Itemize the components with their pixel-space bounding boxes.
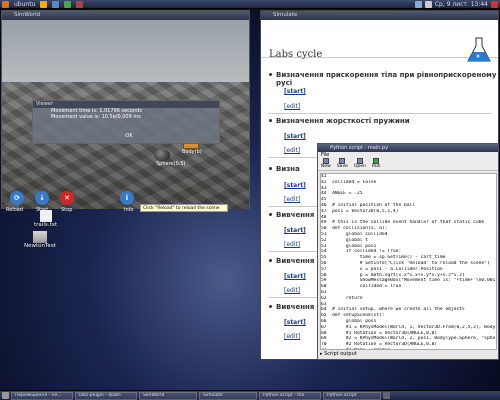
lab-title-3: Визна [269, 165, 300, 173]
script-output-toggle[interactable]: ▸ Script output [320, 351, 357, 357]
code-editor[interactable]: 41 42 collided = False 43 44 ANGLE = .25 45 4… [320, 173, 497, 350]
lab-start-link-5[interactable]: [start] [284, 273, 306, 280]
simulation-window-title[interactable]: SimWorld [2, 11, 249, 20]
desktop-icon-trails[interactable]: trails.txt [34, 210, 57, 228]
show-desktop-icon[interactable] [2, 392, 9, 399]
network-icon[interactable] [414, 1, 422, 8]
lab-start-link-3[interactable]: [start] [284, 182, 306, 189]
lab-edit-link-2[interactable]: [edit] [284, 147, 300, 154]
lab-edit-link-4[interactable]: [edit] [284, 241, 300, 248]
labs-window-title[interactable]: Simulate [261, 11, 498, 20]
reload-label: Reload [6, 207, 24, 213]
start-button[interactable]: ↓ [35, 191, 49, 205]
taskbar-item[interactable]: Python script [323, 391, 381, 400]
info-label: Info [124, 207, 134, 213]
top-panel: ubuntu Ср, 9 лист. 13:44 [0, 0, 500, 9]
taskbar-item[interactable]: labs-plugin - файл [75, 391, 137, 400]
divider [268, 113, 492, 114]
lab-title-1: Визначення прискорення тіла при рівнопри… [269, 71, 497, 87]
editor-toolbar: New Save Open Run [318, 158, 498, 171]
dialog-line-2: Movement value is: 10.5e/0.009 ms [51, 114, 141, 120]
labs-header: Labs cycle [261, 20, 498, 62]
stop-icon: ✕ [64, 194, 70, 202]
code-line[interactable]: 56 # SetInfo("Click 'Reload' to reload t… [321, 261, 496, 267]
reload-icon: ⟳ [14, 194, 20, 202]
folder-icon [32, 231, 47, 243]
lab-start-link-6[interactable]: [start] [284, 319, 306, 326]
code-line[interactable]: 71 #2 Name = "Body" [321, 348, 496, 349]
body-label: Body(b) [182, 149, 202, 155]
lab-start-link-2[interactable]: [start] [284, 133, 306, 140]
lab-start-link-1[interactable]: [start] [284, 88, 306, 95]
terminal-icon[interactable] [64, 0, 72, 8]
stop-label: Stop [61, 207, 73, 213]
lab-title-6: Вивчення [268, 303, 315, 311]
reload-button[interactable]: ⟳ [10, 191, 24, 205]
lab-edit-link-5[interactable]: [edit] [284, 287, 300, 294]
viewer-dialog: Viewer Movement time is: 1.01796 seconds… [32, 100, 220, 144]
info-button[interactable]: i [120, 191, 134, 205]
lab-title-4: Вивчення [268, 211, 315, 219]
taskbar: Переміщення - не... labs-plugin - файл S… [0, 390, 500, 400]
stop-button[interactable]: ✕ [60, 191, 74, 205]
volume-icon[interactable] [424, 1, 432, 8]
sphere-object[interactable] [154, 149, 170, 161]
taskbar-item[interactable]: Переміщення - не... [11, 391, 73, 400]
simulation-window: SimWorld Sphere(0.5) Body(b) Viewer Move… [1, 10, 250, 213]
taskbar-item[interactable]: Simulate [199, 391, 257, 400]
lab-title-5: Вивчення [268, 257, 315, 265]
clock[interactable]: Ср, 9 лист. 13:44 [435, 1, 488, 8]
page-title: Labs cycle [269, 49, 323, 60]
ok-button[interactable]: OK [123, 133, 135, 139]
taskbar-item[interactable]: SimWorld [139, 391, 197, 400]
open-button[interactable]: Open [354, 158, 366, 170]
run-button[interactable]: Run [372, 158, 381, 170]
desktop-icon-newtontest[interactable]: NewtonTest [24, 231, 56, 249]
start-icon: ↓ [39, 194, 45, 202]
firefox-icon[interactable] [40, 0, 48, 8]
lab-start-link-4[interactable]: [start] [284, 227, 306, 234]
text-file-icon [39, 210, 52, 222]
sphere-label: Sphere(0.5) [156, 161, 186, 167]
info-icon: i [125, 194, 129, 202]
viewer-dialog-title[interactable]: Viewer [33, 101, 219, 108]
lab-edit-link-1[interactable]: [edit] [284, 103, 300, 110]
help-icon[interactable] [76, 0, 84, 8]
trash-icon[interactable] [383, 392, 390, 399]
power-icon[interactable] [491, 1, 498, 8]
applications-menu[interactable]: ubuntu [14, 1, 35, 8]
flask-icon [467, 37, 491, 62]
ubuntu-logo-icon[interactable] [2, 0, 9, 8]
python-editor-title[interactable]: Python script - main.py [318, 144, 498, 152]
sky-backdrop [2, 20, 249, 82]
taskbar-item[interactable]: Python script - ma [259, 391, 321, 400]
python-editor-window: Python script - main.py File New Save Op… [317, 143, 499, 360]
code-line[interactable]: 67 #1 = KPhysModel(World, 1, Vector3D.Fr… [321, 325, 496, 331]
new-button[interactable]: New [321, 158, 331, 170]
save-button[interactable]: Save [337, 158, 348, 170]
lab-title-2: Визначення жорсткості пружини [269, 117, 410, 125]
places-icon[interactable] [52, 0, 60, 8]
lab-edit-link-3[interactable]: [edit] [284, 196, 300, 203]
lab-edit-link-6[interactable]: [edit] [284, 333, 300, 340]
tooltip: Click "Reload" to reload the scene [140, 204, 228, 212]
